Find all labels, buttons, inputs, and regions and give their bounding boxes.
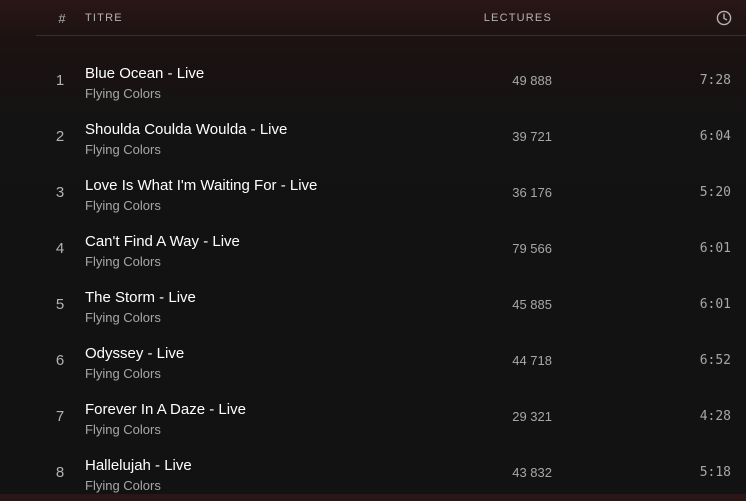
clock-icon[interactable] <box>716 10 732 26</box>
track-artist[interactable]: Flying Colors <box>85 366 161 381</box>
track-row[interactable]: 8 Hallelujah - Live Flying Colors 43 832… <box>36 445 746 501</box>
track-title[interactable]: Blue Ocean - Live <box>85 65 204 82</box>
tracklist: 1 Blue Ocean - Live Flying Colors 49 888… <box>36 53 746 501</box>
track-title[interactable]: Shoulda Coulda Woulda - Live <box>85 121 287 138</box>
track-number: 6 <box>55 352 65 369</box>
track-title[interactable]: Odyssey - Live <box>85 345 184 362</box>
track-title[interactable]: Can't Find A Way - Live <box>85 233 240 250</box>
track-row[interactable]: 6 Odyssey - Live Flying Colors 44 718 6:… <box>36 333 746 389</box>
track-plays: 79 566 <box>512 241 552 256</box>
track-row[interactable]: 1 Blue Ocean - Live Flying Colors 49 888… <box>36 53 746 109</box>
track-plays: 36 176 <box>512 185 552 200</box>
track-title[interactable]: Hallelujah - Live <box>85 457 192 474</box>
track-number: 7 <box>55 408 65 425</box>
track-plays: 44 718 <box>512 353 552 368</box>
track-plays: 49 888 <box>512 73 552 88</box>
track-number-header: # <box>58 11 66 26</box>
track-plays: 45 885 <box>512 297 552 312</box>
track-number: 3 <box>55 184 65 201</box>
track-artist[interactable]: Flying Colors <box>85 86 161 101</box>
track-plays: 29 321 <box>512 409 552 424</box>
track-artist[interactable]: Flying Colors <box>85 422 161 437</box>
track-duration: 6:04 <box>699 129 731 144</box>
track-artist[interactable]: Flying Colors <box>85 254 161 269</box>
track-row[interactable]: 3 Love Is What I'm Waiting For - Live Fl… <box>36 165 746 221</box>
track-title[interactable]: Forever In A Daze - Live <box>85 401 246 418</box>
track-number: 2 <box>55 128 65 145</box>
track-title[interactable]: The Storm - Live <box>85 289 196 306</box>
track-row[interactable]: 2 Shoulda Coulda Woulda - Live Flying Co… <box>36 109 746 165</box>
track-number: 8 <box>55 464 65 481</box>
track-duration: 6:01 <box>699 297 731 312</box>
track-artist[interactable]: Flying Colors <box>85 310 161 325</box>
track-duration: 6:52 <box>699 353 731 368</box>
track-number: 5 <box>55 296 65 313</box>
tracklist-header: # TITRE LECTURES <box>36 0 746 36</box>
track-duration: 4:28 <box>699 409 731 424</box>
track-row[interactable]: 5 The Storm - Live Flying Colors 45 885 … <box>36 277 746 333</box>
track-duration: 7:28 <box>699 73 731 88</box>
track-row[interactable]: 4 Can't Find A Way - Live Flying Colors … <box>36 221 746 277</box>
track-artist[interactable]: Flying Colors <box>85 478 161 493</box>
track-number: 1 <box>55 72 65 89</box>
track-row[interactable]: 7 Forever In A Daze - Live Flying Colors… <box>36 389 746 445</box>
track-duration: 6:01 <box>699 241 731 256</box>
track-title[interactable]: Love Is What I'm Waiting For - Live <box>85 177 317 194</box>
track-plays: 39 721 <box>512 129 552 144</box>
track-plays: 43 832 <box>512 465 552 480</box>
title-column-header[interactable]: TITRE <box>85 12 123 24</box>
plays-column-header[interactable]: LECTURES <box>484 12 552 24</box>
track-artist[interactable]: Flying Colors <box>85 198 161 213</box>
track-number: 4 <box>55 240 65 257</box>
track-duration: 5:20 <box>699 185 731 200</box>
track-artist[interactable]: Flying Colors <box>85 142 161 157</box>
track-duration: 5:18 <box>699 465 731 480</box>
